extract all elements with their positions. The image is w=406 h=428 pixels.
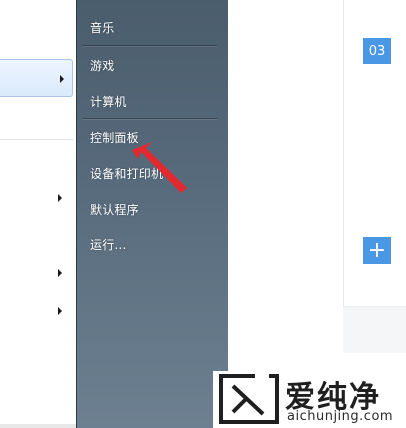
menu-item-run[interactable]: 运行... xyxy=(90,236,126,253)
panel-footer xyxy=(343,306,406,353)
watermark-domain: aichunjing.com xyxy=(287,409,394,424)
add-button[interactable]: + xyxy=(363,237,391,264)
menu-item-music[interactable]: 音乐 xyxy=(90,19,114,36)
menu-item-games[interactable]: 游戏 xyxy=(90,57,114,74)
menu-bottom-edge xyxy=(0,424,76,428)
start-menu-left-column xyxy=(0,0,76,428)
menu-item-default-programs[interactable]: 默认程序 xyxy=(90,201,139,218)
background-app-area: 03 + xyxy=(228,0,406,428)
watermark-logo: 爱纯净 aichunjing.com xyxy=(213,371,406,428)
panel-border xyxy=(343,0,344,352)
start-menu-right-pane: 音乐 游戏 计算机 控制面板 设备和打印机 默认程序 运行... xyxy=(76,0,228,428)
submenu-arrow-icon[interactable] xyxy=(58,269,62,277)
submenu-arrow-icon[interactable] xyxy=(58,307,62,315)
menu-divider xyxy=(0,139,73,140)
menu-item-computer[interactable]: 计算机 xyxy=(90,93,127,110)
submenu-arrow-icon xyxy=(60,75,64,83)
date-badge[interactable]: 03 xyxy=(363,38,391,64)
logo-mark-icon xyxy=(219,374,279,424)
menu-divider xyxy=(83,118,217,119)
submenu-arrow-icon[interactable] xyxy=(58,194,62,202)
start-menu-item-selected[interactable] xyxy=(0,59,73,97)
menu-divider xyxy=(83,45,217,46)
